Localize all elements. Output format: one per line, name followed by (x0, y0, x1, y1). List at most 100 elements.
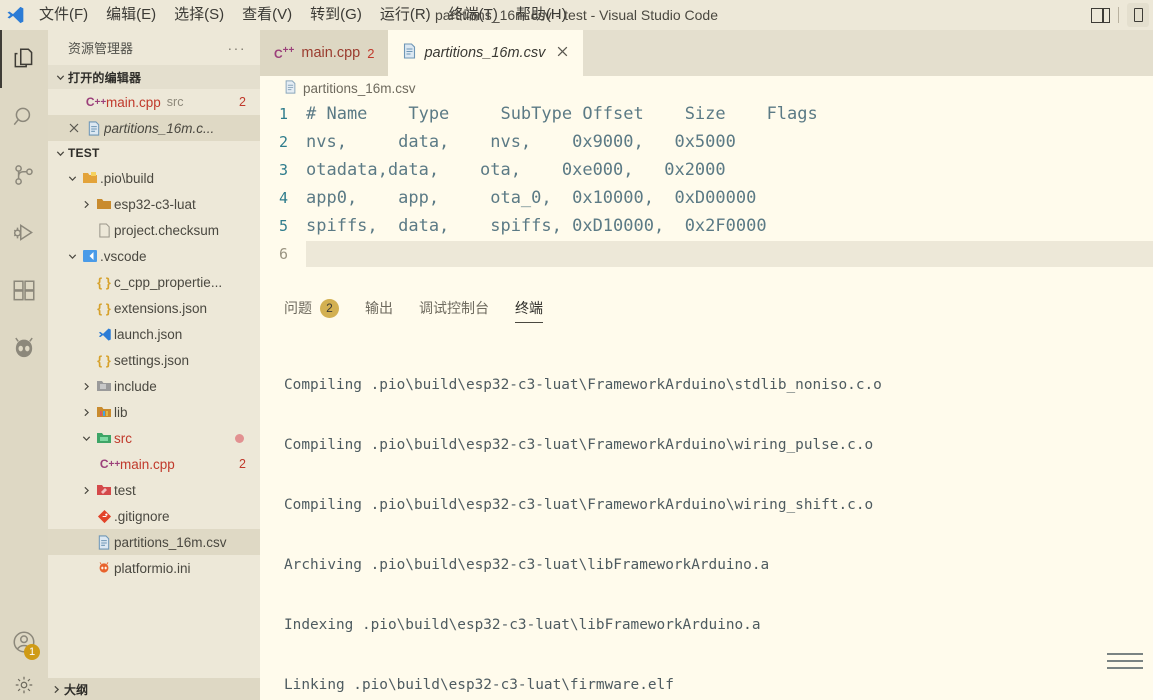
terminal-line: Compiling .pio\build\esp32-c3-luat\Frame… (284, 497, 874, 513)
code-editor[interactable]: 1 # Name Type SubType Offset Size Flags … (260, 100, 1153, 268)
tree-item-error-count: 2 (239, 457, 246, 471)
editor-tab-bar: C++ main.cpp 2 partitions_16m.csv (260, 30, 1153, 76)
tree-item-esp32-c3-luat[interactable]: esp32-c3-luat (48, 191, 260, 217)
tree-item-platformio-ini[interactable]: platformio.ini (48, 555, 260, 581)
open-editor-folder: src (166, 95, 184, 109)
tab-partitions-csv[interactable]: partitions_16m.csv (388, 30, 584, 76)
line-content: nvs, data, nvs, 0x9000, 0x5000 (306, 132, 736, 152)
menu-selection[interactable]: 选择(S) (165, 0, 233, 30)
tab-bar-empty-space (583, 30, 1153, 76)
activitybar-search[interactable] (0, 88, 48, 146)
tab-main-cpp[interactable]: C++ main.cpp 2 (260, 30, 389, 76)
open-editor-label: main.cpp (106, 94, 161, 110)
open-editor-partitions-csv[interactable]: partitions_16m.c... (48, 115, 260, 141)
line-content: spiffs, data, spiffs, 0xD10000, 0x2F0000 (306, 216, 767, 236)
line-number: 1 (278, 105, 288, 123)
tree-item-src[interactable]: src (48, 425, 260, 451)
terminal-line: Archiving .pio\build\esp32-c3-luat\libFr… (284, 557, 770, 573)
tree-item-project-checksum[interactable]: project.checksum (48, 217, 260, 243)
terminal-output[interactable]: Compiling .pio\build\esp32-c3-luat\Frame… (260, 329, 1153, 700)
activitybar-run-and-debug[interactable] (0, 204, 48, 262)
menu-view[interactable]: 查看(V) (233, 0, 301, 30)
toggle-secondary-sidebar-icon[interactable] (1091, 7, 1110, 23)
breadcrumb-label: partitions_16m.csv (303, 80, 416, 96)
folder-icon (94, 197, 114, 211)
tree-item-label: partitions_16m.csv (114, 534, 227, 550)
problems-badge: 2 (320, 298, 339, 318)
line-content: app0, app, ota_0, 0x10000, 0xD00000 (306, 188, 757, 208)
tab-problems[interactable]: 问题 2 (284, 287, 339, 329)
line-number: 5 (278, 217, 288, 235)
tree-item-main-cpp[interactable]: C ++ main.cpp 2 (48, 451, 260, 477)
tree-item-partitions-16m-csv[interactable]: partitions_16m.csv (48, 529, 260, 555)
menu-go[interactable]: 转到(G) (301, 0, 371, 30)
tree-item-launch-json[interactable]: launch.json (48, 321, 260, 347)
csv-file-icon (84, 120, 104, 136)
folder-src-icon (94, 431, 114, 445)
section-project-test[interactable]: TEST (48, 141, 260, 165)
open-editor-main-cpp[interactable]: C ++ main.cpp src 2 (48, 89, 260, 115)
activitybar-source-control[interactable] (0, 146, 48, 204)
git-icon (94, 509, 114, 524)
menu-bar[interactable]: 文件(F) 编辑(E) 选择(S) 查看(V) 转到(G) 运行(R) 终端(T… (30, 0, 576, 30)
tab-terminal[interactable]: 终端 (515, 287, 543, 329)
close-icon[interactable] (64, 122, 84, 134)
tree-item-settings-json[interactable]: { } settings.json (48, 347, 260, 373)
tree-item-vscode-folder[interactable]: .vscode (48, 243, 260, 269)
section-open-editors-label: 打开的编辑器 (68, 70, 142, 85)
tab-debug-console-label: 调试控制台 (419, 300, 489, 316)
explorer-header: 资源管理器 ··· (48, 30, 260, 65)
tree-item-extensions-json[interactable]: { } extensions.json (48, 295, 260, 321)
section-project-label: TEST (68, 146, 100, 160)
section-outline[interactable]: 大纲 (48, 678, 260, 700)
menu-edit[interactable]: 编辑(E) (97, 0, 165, 30)
platformio-icon (94, 560, 114, 576)
tab-debug-console[interactable]: 调试控制台 (419, 287, 489, 329)
tree-item-lib[interactable]: lib (48, 399, 260, 425)
menu-file[interactable]: 文件(F) (30, 0, 97, 30)
chevron-right-icon (78, 485, 94, 496)
activitybar-settings[interactable] (0, 670, 48, 700)
folder-include-icon (94, 379, 114, 393)
tree-item-label: include (114, 378, 157, 394)
tree-item-pio-build[interactable]: .pio\build (48, 165, 260, 191)
tab-output[interactable]: 输出 (365, 287, 393, 329)
terminal-scroll-marks (1107, 653, 1143, 674)
tree-item-test[interactable]: test (48, 477, 260, 503)
menu-terminal[interactable]: 终端(T) (440, 0, 507, 30)
customize-layout-button[interactable] (1127, 3, 1149, 27)
layout-controls[interactable] (1091, 0, 1153, 700)
vscode-window: 文件(F) 编辑(E) 选择(S) 查看(V) 转到(G) 运行(R) 终端(T… (0, 0, 1153, 700)
line-number: 4 (278, 189, 288, 207)
tree-item-label: platformio.ini (114, 560, 191, 576)
tree-item-label: lib (114, 404, 128, 420)
menu-help[interactable]: 帮助(H) (507, 0, 576, 30)
folder-test-icon (94, 483, 114, 497)
tree-item-label: src (114, 430, 132, 446)
section-open-editors[interactable]: 打开的编辑器 (48, 65, 260, 89)
activitybar-account[interactable]: 1 (0, 614, 48, 670)
activitybar-platformio[interactable] (0, 320, 48, 378)
close-icon[interactable] (556, 45, 569, 62)
line-number: 6 (278, 245, 288, 263)
breadcrumb[interactable]: partitions_16m.csv (260, 76, 1153, 100)
open-editor-error-count: 2 (239, 95, 246, 109)
open-editor-label: partitions_16m.c... (104, 120, 215, 136)
json-icon: { } (97, 274, 111, 290)
tree-item-gitignore[interactable]: .gitignore (48, 503, 260, 529)
cpp-file-icon: C++ (99, 457, 121, 471)
activitybar-explorer[interactable] (0, 30, 48, 88)
line-content (306, 241, 1153, 267)
json-icon: { } (97, 300, 111, 316)
section-outline-label: 大纲 (64, 682, 89, 697)
code-line: 3 otadata,data, ota, 0xe000, 0x2000 (260, 156, 1153, 184)
tree-item-label: test (114, 482, 136, 498)
tree-item-include[interactable]: include (48, 373, 260, 399)
activitybar-extensions[interactable] (0, 262, 48, 320)
tree-item-c-cpp-properties-json[interactable]: { } c_cpp_propertie... (48, 269, 260, 295)
explorer-more-actions-icon[interactable]: ··· (228, 40, 247, 56)
code-line: 1 # Name Type SubType Offset Size Flags (260, 100, 1153, 128)
menu-run[interactable]: 运行(R) (371, 0, 440, 30)
csv-file-icon (284, 79, 297, 97)
chevron-right-icon (48, 684, 64, 695)
